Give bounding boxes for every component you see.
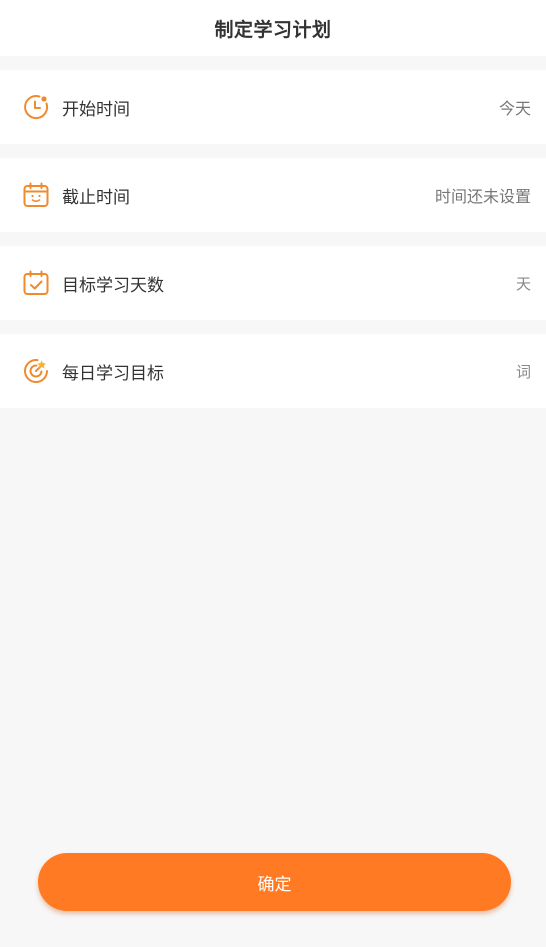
daily-goal-unit: 词 bbox=[515, 362, 531, 381]
calendar-check-icon bbox=[22, 269, 50, 297]
daily-goal-label: 每日学习目标 bbox=[62, 363, 164, 384]
deadline-label: 截止时间 bbox=[62, 187, 130, 208]
page-title: 制定学习计划 bbox=[214, 18, 332, 41]
study-plan-page: 制定学习计划 开始时间 今天 截止时间 时间还未设置 目标学习天数 天 每日学习… bbox=[0, 0, 546, 947]
calendar-icon bbox=[22, 181, 50, 209]
confirm-button[interactable]: 确定 bbox=[38, 853, 511, 911]
start-time-value: 今天 bbox=[498, 99, 531, 118]
clock-icon bbox=[22, 93, 50, 121]
confirm-button-label: 确定 bbox=[257, 874, 292, 894]
deadline-row[interactable]: 截止时间 时间还未设置 bbox=[0, 158, 546, 232]
target-days-unit: 天 bbox=[515, 274, 531, 293]
target-days-label: 目标学习天数 bbox=[62, 275, 164, 296]
header-bar: 制定学习计划 bbox=[0, 0, 546, 56]
target-icon bbox=[22, 357, 50, 385]
start-time-label: 开始时间 bbox=[62, 99, 130, 120]
start-time-row[interactable]: 开始时间 今天 bbox=[0, 70, 546, 144]
target-days-row[interactable]: 目标学习天数 天 bbox=[0, 246, 546, 320]
daily-goal-row[interactable]: 每日学习目标 词 bbox=[0, 334, 546, 408]
deadline-value: 时间还未设置 bbox=[434, 187, 531, 206]
